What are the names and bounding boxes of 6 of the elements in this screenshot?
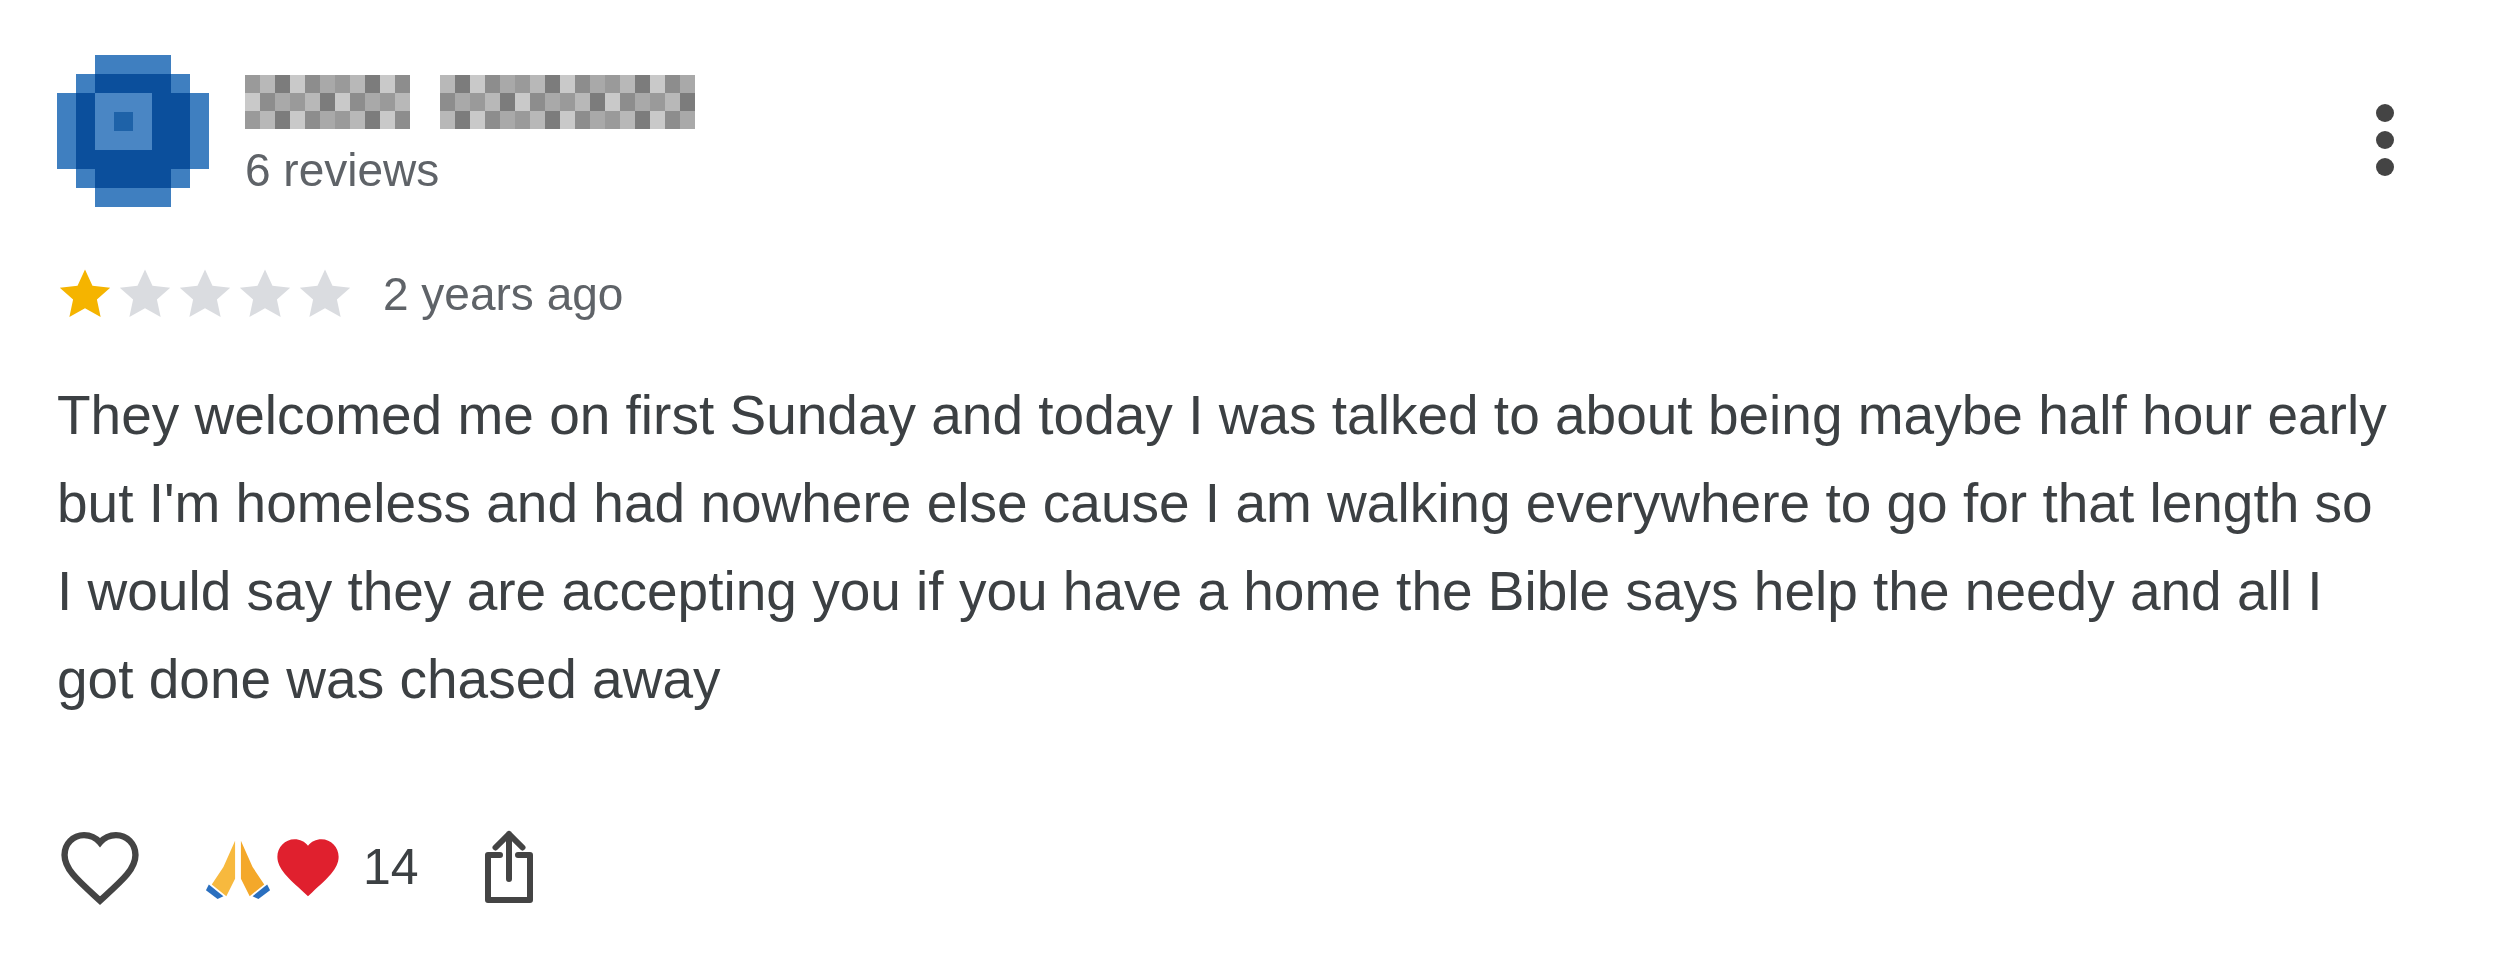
review-date: 2 years ago [383, 267, 624, 321]
more-options-icon[interactable] [2373, 103, 2397, 177]
review-text: They welcomed me on first Sunday and today I was talked to about being maybe half hour early but I'm homeless and had nowhere else cause I am walking everywhere to go for that length so I would say they are accepting you if you have a home the Bible says help the needy and all I got done was chased away [57, 383, 2388, 712]
avatar-icon [57, 55, 209, 207]
reaction-count: 14 [363, 838, 419, 896]
review-count: 6 reviews [245, 143, 441, 197]
